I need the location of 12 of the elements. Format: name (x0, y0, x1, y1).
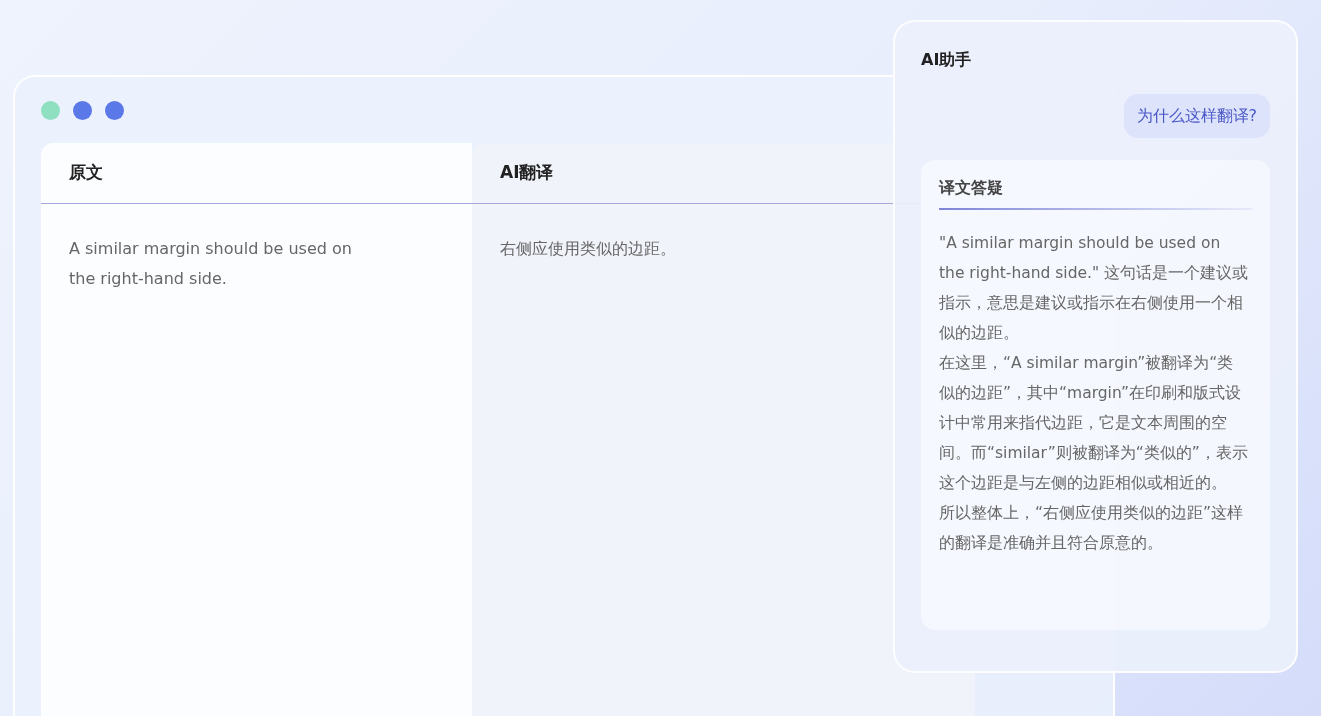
answer-paragraph: 在这里，“A similar margin”被翻译为“类似的边距”，其中“margin”在印刷和版式设计中常用来指代边距，它是文本周围的空间。而“similar”则被翻译为“类似的”，表示这个边距是与左侧的边距相似或相近的。 (939, 353, 1249, 494)
table-cell-text: A similar margin should be used on the right-hand side. (69, 238, 353, 290)
window-dot[interactable] (105, 101, 124, 120)
answer-paragraph: 所以整体上，“右侧应使用类似的边距”这样的翻译是准确并且符合原意的。 (939, 503, 1245, 554)
window-dot[interactable] (73, 101, 92, 120)
answer-paragraph: "A similar margin should be used on the right-hand side." 这句话是一个建议或指示，意思是建议或指示在右侧使用一个相似的边距。 (939, 233, 1249, 344)
window-dot[interactable] (41, 101, 60, 120)
answer-title: 译文答疑 (939, 177, 1003, 199)
question-bubble: 为什么这样翻译? (1123, 94, 1270, 138)
panel-title: AI助手 (921, 49, 972, 71)
column-header: AI翻译 (500, 161, 554, 185)
column-header: 原文 (69, 161, 103, 185)
